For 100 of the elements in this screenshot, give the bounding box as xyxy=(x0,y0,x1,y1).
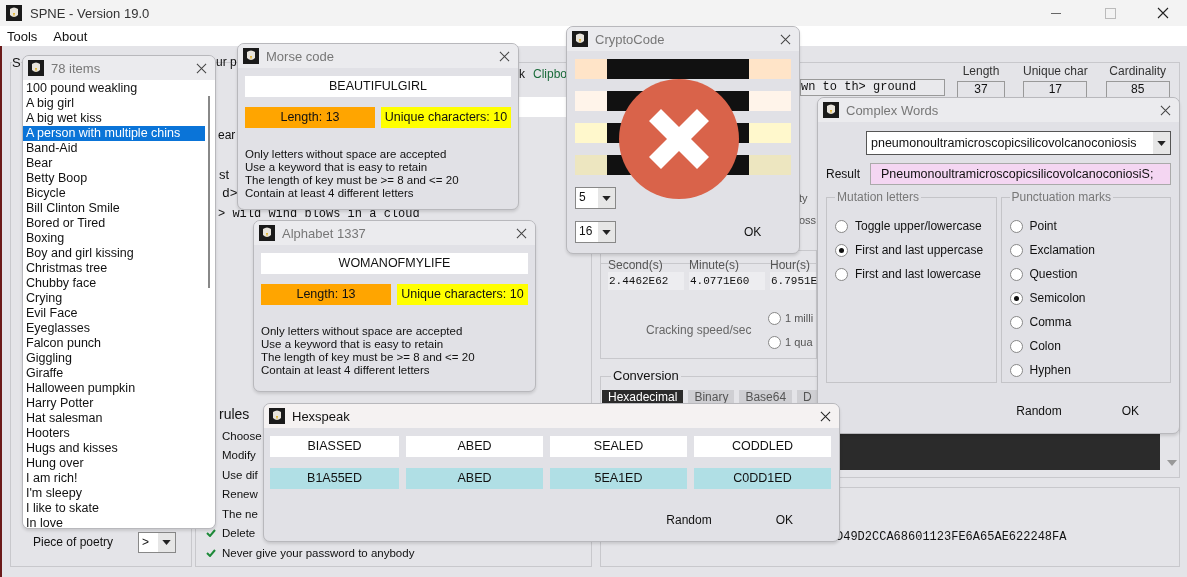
list-item[interactable]: Bored or Tired xyxy=(23,216,205,231)
close-icon[interactable] xyxy=(1157,7,1169,19)
list-item[interactable]: A big girl xyxy=(23,96,205,111)
window-title: Morse code xyxy=(266,48,335,64)
ok-button[interactable]: OK xyxy=(1121,404,1139,418)
list-item[interactable]: Crying xyxy=(23,291,205,306)
list-item[interactable]: Hooters xyxy=(23,426,205,441)
radio-label: 1 milli xyxy=(785,312,814,324)
keyword-field[interactable]: BEAUTIFULGIRL xyxy=(245,76,511,97)
random-button[interactable]: Random xyxy=(666,513,712,527)
radio-button[interactable] xyxy=(835,267,848,281)
list-item[interactable]: Giraffe xyxy=(23,366,205,381)
close-icon[interactable] xyxy=(516,227,527,239)
radio-button[interactable] xyxy=(1009,339,1023,353)
hex-output: D49D2CCA68601123FE6A65AE622248FA xyxy=(836,530,1067,544)
rule-text: Modify xyxy=(222,449,256,462)
word-dropdown[interactable]: pneumonoultramicroscopicsilicovolcanoconiosis xyxy=(866,131,1171,155)
radio-button[interactable] xyxy=(1009,291,1023,305)
group-label: Conversion xyxy=(611,368,681,383)
group-label: Mutation letters xyxy=(835,190,922,204)
close-icon[interactable] xyxy=(780,33,791,45)
list-item[interactable]: In love xyxy=(23,516,205,528)
hint-text: The length of key must be >= 8 and <= 20 xyxy=(261,351,476,364)
list-item[interactable]: Christmas tree xyxy=(23,261,205,276)
close-icon[interactable] xyxy=(820,410,831,422)
list-item[interactable]: Harry Potter xyxy=(23,396,205,411)
hint-text: Use a keyword that is easy to retain xyxy=(261,338,445,351)
word-cell: CODDLED xyxy=(694,436,831,457)
list-item[interactable]: Boy and girl kissing xyxy=(23,246,205,261)
hexspeak-cell: 5EA1ED xyxy=(550,468,687,489)
list-item[interactable]: I am rich! xyxy=(23,471,205,486)
keyword-field[interactable]: WOMANOFMYLIFE xyxy=(261,253,528,274)
list-item[interactable]: Bicycle xyxy=(23,186,205,201)
list-item[interactable]: Hat salesman xyxy=(23,411,205,426)
length-badge: Length: 13 xyxy=(245,107,375,128)
radio-button[interactable] xyxy=(835,219,848,233)
label-text: ty xyxy=(799,192,808,204)
list-item[interactable]: A big wet kiss xyxy=(23,111,205,126)
word-cell: BIASSED xyxy=(270,436,399,457)
time-value: 4.0771E60 xyxy=(689,272,765,290)
list-item[interactable]: Betty Boop xyxy=(23,171,205,186)
list-item[interactable]: Bear xyxy=(23,156,205,171)
clear-button[interactable]: ear xyxy=(218,128,236,142)
link[interactable]: k xyxy=(519,67,525,81)
group-label: st xyxy=(219,167,230,182)
radio-button[interactable] xyxy=(1009,363,1023,377)
poetry-label: Piece of poetry xyxy=(33,535,114,549)
list-item[interactable]: Bill Clinton Smile xyxy=(23,201,205,216)
radio-button[interactable] xyxy=(1009,243,1023,257)
ok-button[interactable]: OK xyxy=(775,513,793,527)
list-item[interactable]: 100 pound weakling xyxy=(23,81,205,96)
close-icon[interactable] xyxy=(499,50,510,62)
list-item[interactable]: Band-Aid xyxy=(23,141,205,156)
label-text: oss xyxy=(799,214,817,226)
radio-button[interactable] xyxy=(1009,219,1023,233)
radio-button[interactable] xyxy=(768,311,781,325)
radio-button[interactable] xyxy=(1009,267,1023,281)
number-dropdown[interactable]: 5 xyxy=(575,187,616,209)
menu-item[interactable]: Tools xyxy=(7,28,38,44)
text-field[interactable] xyxy=(518,97,566,117)
list-item[interactable]: Evil Face xyxy=(23,306,205,321)
list-item[interactable]: A person with multiple chins xyxy=(23,126,205,141)
group-label: S xyxy=(12,55,21,70)
radio-button[interactable] xyxy=(1009,315,1023,329)
list-item[interactable]: I'm sleepy xyxy=(23,486,205,501)
list-item[interactable]: Chubby face xyxy=(23,276,205,291)
radio-label: 1 qua xyxy=(785,336,813,348)
random-button[interactable]: Random xyxy=(1016,404,1062,418)
poem-line: d> xyxy=(222,186,238,201)
radio-label: Point xyxy=(1029,219,1057,233)
close-icon[interactable] xyxy=(196,62,207,74)
number-dropdown[interactable]: 16 xyxy=(575,221,616,243)
clipboard-link[interactable]: Clipbo xyxy=(533,67,568,81)
list-item[interactable]: Falcon punch xyxy=(23,336,205,351)
menu-item[interactable]: About xyxy=(53,28,88,44)
rule-text: Delete xyxy=(222,527,256,540)
hint-text: Contain at least 4 different letters xyxy=(261,364,431,377)
list-item[interactable]: Giggling xyxy=(23,351,205,366)
rule-text: Never give your password to anybody xyxy=(222,546,415,559)
list-item[interactable]: Eyeglasses xyxy=(23,321,205,336)
scroll-down-icon[interactable] xyxy=(1167,460,1177,466)
caret-icon xyxy=(1157,140,1166,146)
word-cell: SEALED xyxy=(550,436,687,457)
scrollbar-thumb[interactable] xyxy=(208,96,210,288)
list-item[interactable]: Hugs and kisses xyxy=(23,441,205,456)
caret-icon xyxy=(602,229,611,235)
stat-label: Length xyxy=(962,64,1000,78)
radio-button[interactable] xyxy=(768,335,781,349)
phrase-field[interactable]: wn to th> ground xyxy=(800,79,945,96)
radio-label: Exclamation xyxy=(1029,243,1095,257)
list-item[interactable]: Halloween pumpkin xyxy=(23,381,205,396)
radio-button[interactable] xyxy=(835,243,848,257)
list-item[interactable]: Hung over xyxy=(23,456,205,471)
list-item[interactable]: Boxing xyxy=(23,231,205,246)
word-cell: ABED xyxy=(406,436,543,457)
list-item[interactable]: I like to skate xyxy=(23,501,205,516)
close-icon[interactable] xyxy=(1160,104,1171,116)
window-title: Complex Words xyxy=(846,102,940,118)
ok-button[interactable]: OK xyxy=(744,225,762,239)
poetry-dropdown[interactable]: > xyxy=(138,532,176,553)
